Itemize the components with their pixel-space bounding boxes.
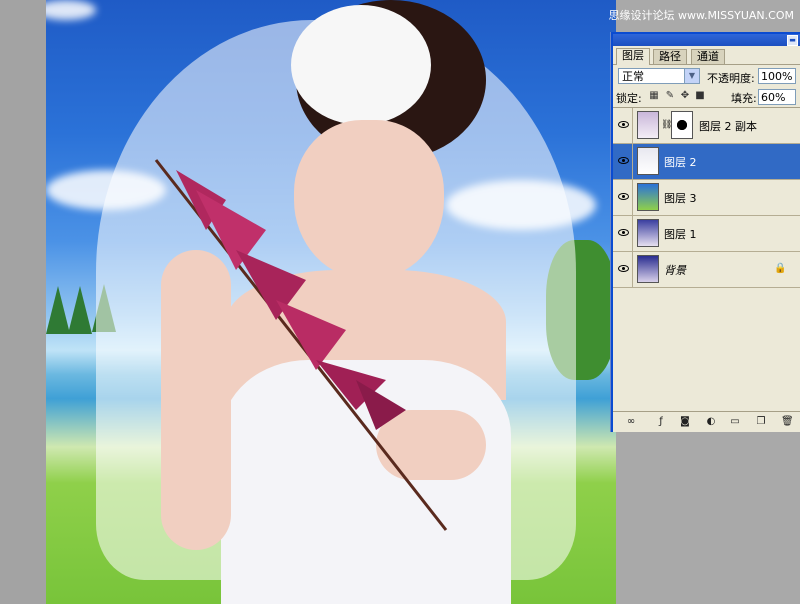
eye-icon [618, 265, 629, 272]
mask-icon[interactable]: ◙ [679, 416, 691, 428]
lock-pixels-icon[interactable]: ✎ [665, 91, 675, 101]
layer-row[interactable]: 背景 🔒 [613, 252, 800, 288]
blend-mode-value: 正常 [622, 70, 644, 83]
eye-icon [618, 193, 629, 200]
visibility-toggle[interactable] [615, 216, 633, 251]
layer-thumbnail [637, 255, 659, 283]
panel-footer: ∞ ƒ ◙ ◐ ▭ ❐ 🗑 [613, 411, 800, 432]
panel-titlebar[interactable]: ▬ [613, 34, 800, 46]
lock-row: 锁定: ▦ ✎ ✥ ■ 填充: 60% [613, 87, 800, 108]
bride-photo[interactable] [46, 0, 616, 604]
fill-input[interactable]: 60% [758, 89, 796, 105]
group-folder-icon[interactable]: ▭ [729, 416, 741, 428]
opacity-label: 不透明度: [707, 72, 755, 85]
layer-thumbnail [637, 219, 659, 247]
lock-icon: 🔒 [774, 263, 787, 274]
layers-panel[interactable]: ▬ 图层 路径 通道 正常 ▼ 不透明度: 100% 锁定: ▦ ✎ ✥ ■ 填… [611, 32, 800, 432]
layer-name: 图层 1 [664, 228, 697, 241]
tab-channels[interactable]: 通道 [691, 49, 725, 65]
lock-label: 锁定: [616, 92, 642, 105]
blend-options-row: 正常 ▼ 不透明度: 100% [613, 65, 800, 87]
layer-row[interactable]: ⛓ 图层 2 副本 [613, 108, 800, 144]
layer-name: 图层 2 [664, 156, 697, 169]
pink-flower [154, 159, 448, 531]
eye-icon [618, 157, 629, 164]
opacity-input[interactable]: 100% [758, 68, 796, 84]
layer-list: ⛓ 图层 2 副本 图层 2 图层 3 图层 1 背景 🔒 [613, 108, 800, 408]
adjustment-icon[interactable]: ◐ [705, 416, 717, 428]
eye-icon [618, 229, 629, 236]
tree [46, 286, 70, 334]
layer-name: 图层 2 副本 [699, 120, 757, 133]
lock-all-icon[interactable]: ■ [695, 91, 705, 101]
layer-name: 图层 3 [664, 192, 697, 205]
new-layer-icon[interactable]: ❐ [755, 416, 767, 428]
layer-row[interactable]: 图层 1 [613, 216, 800, 252]
fill-label: 填充: [731, 92, 757, 105]
layer-style-icon[interactable]: ƒ [655, 416, 667, 428]
cloud [46, 0, 96, 20]
canvas-gutter-left [0, 0, 46, 604]
blend-mode-select[interactable]: 正常 ▼ [618, 68, 700, 84]
layer-row[interactable]: 图层 2 [613, 144, 800, 180]
tree [68, 286, 92, 334]
panel-tabs: 图层 路径 通道 [613, 46, 800, 65]
layer-name: 背景 [664, 264, 686, 277]
visibility-toggle[interactable] [615, 180, 633, 215]
layer-thumbnail [637, 147, 659, 175]
lock-transparency-icon[interactable]: ▦ [649, 91, 659, 101]
tab-paths[interactable]: 路径 [653, 49, 687, 65]
watermark-text: 思缘设计论坛 www.MISSYUAN.COM [608, 9, 794, 22]
layer-mask-thumbnail[interactable] [671, 111, 693, 139]
visibility-toggle[interactable] [615, 108, 633, 143]
eye-icon [618, 121, 629, 128]
layer-thumbnail [637, 183, 659, 211]
visibility-toggle[interactable] [615, 144, 633, 179]
lock-position-icon[interactable]: ✥ [680, 91, 690, 101]
tab-layers[interactable]: 图层 [616, 48, 650, 65]
chevron-down-icon[interactable]: ▼ [684, 69, 699, 83]
collapse-icon[interactable]: ▬ [787, 35, 798, 46]
layer-thumbnail [637, 111, 659, 139]
visibility-toggle[interactable] [615, 252, 633, 287]
flower-headpiece [291, 5, 431, 125]
layer-row[interactable]: 图层 3 [613, 180, 800, 216]
trash-icon[interactable]: 🗑 [781, 416, 794, 428]
link-icon[interactable]: ∞ [625, 416, 637, 428]
